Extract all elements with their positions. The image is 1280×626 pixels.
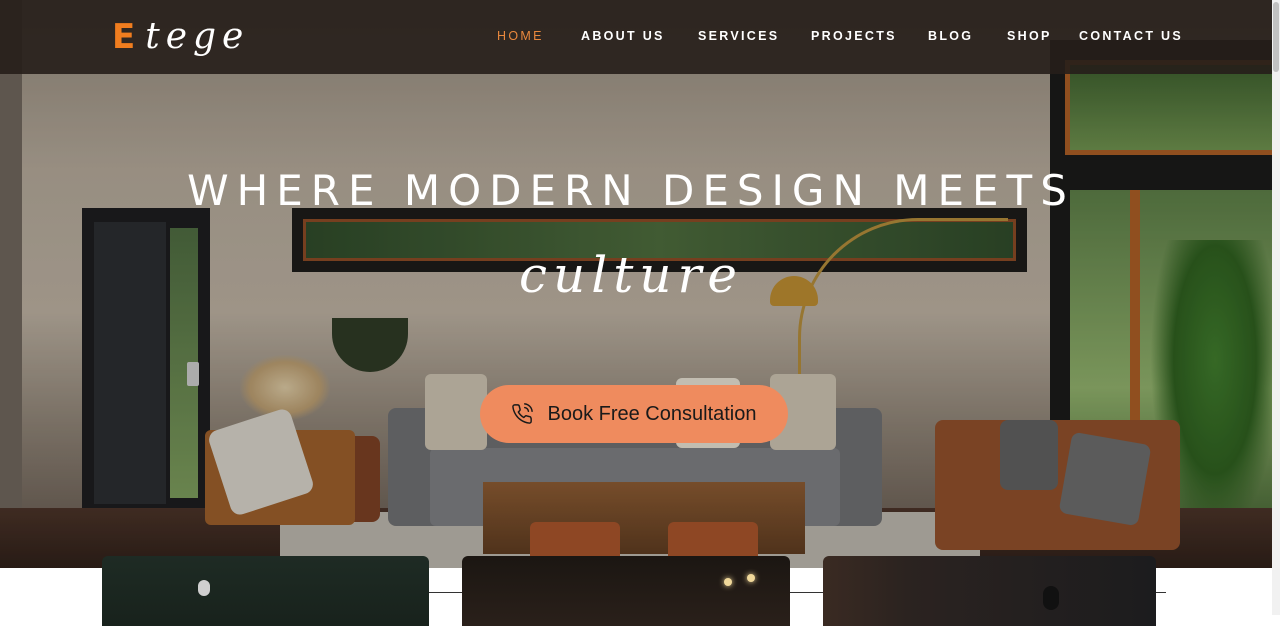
brand-logo[interactable]: E tege xyxy=(112,16,249,58)
nav-projects[interactable]: PROJECTS xyxy=(811,29,897,43)
project-card-1[interactable] xyxy=(102,556,429,626)
project-card-2[interactable] xyxy=(462,556,790,626)
hero-script-word: culture xyxy=(519,246,743,304)
card-image-detail xyxy=(724,578,732,586)
logo-initial: E xyxy=(112,17,146,57)
card-image-detail xyxy=(1043,586,1059,610)
nav-shop[interactable]: SHOP xyxy=(1007,29,1052,43)
logo-wordmark: tege xyxy=(145,16,250,57)
nav-home[interactable]: HOME xyxy=(497,29,544,43)
scrollbar-thumb[interactable] xyxy=(1273,2,1279,72)
page-scrollbar[interactable] xyxy=(1272,0,1280,615)
phone-icon xyxy=(511,403,534,425)
hero-title: WHERE MODERN DESIGN MEETS xyxy=(187,166,1075,215)
cta-label: Book Free Consultation xyxy=(547,402,757,425)
book-consultation-button[interactable]: Book Free Consultation xyxy=(480,385,788,443)
card-image-detail xyxy=(747,574,755,582)
card-image-detail xyxy=(198,580,210,596)
top-navbar: E tege HOME ABOUT US SERVICES PROJECTS B… xyxy=(0,0,1280,74)
nav-about-us[interactable]: ABOUT US xyxy=(581,29,665,43)
nav-services[interactable]: SERVICES xyxy=(698,29,779,43)
project-card-3[interactable] xyxy=(823,556,1156,626)
nav-contact-us[interactable]: CONTACT US xyxy=(1079,29,1183,43)
nav-blog[interactable]: BLOG xyxy=(928,29,973,43)
